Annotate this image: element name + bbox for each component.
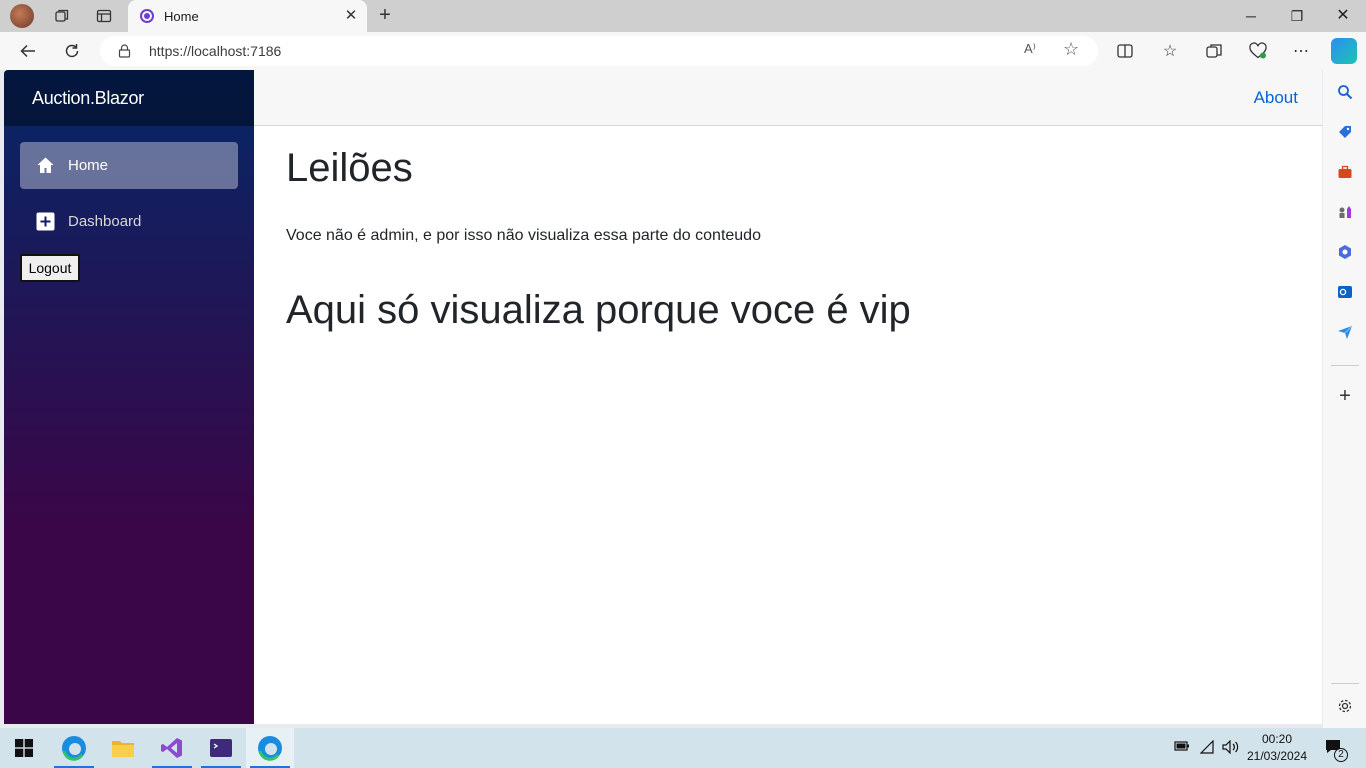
browser-tab-strip: Home ✕ + ─ ❐ ✕	[0, 0, 1366, 32]
app-sidebar: Auction.Blazor Home Dashboard Logout	[4, 70, 254, 724]
tab-home[interactable]: Home ✕	[128, 0, 367, 32]
volume-icon[interactable]	[1222, 739, 1240, 757]
nav-item-dashboard[interactable]: Dashboard	[20, 198, 238, 245]
more-options-icon[interactable]: ⋯	[1290, 40, 1312, 62]
tools-briefcase-icon[interactable]	[1335, 162, 1355, 182]
windows-taskbar: 00:20 21/03/2024 2	[0, 728, 1366, 768]
shopping-tag-icon[interactable]	[1335, 122, 1355, 142]
sidebar-divider	[1331, 365, 1359, 366]
page-title: Leilões	[286, 146, 413, 190]
visual-studio-icon[interactable]	[148, 728, 196, 768]
brand-bar: Auction.Blazor	[4, 70, 254, 126]
home-icon	[36, 156, 55, 175]
lock-icon[interactable]	[118, 44, 131, 63]
microsoft-365-icon[interactable]	[1335, 242, 1355, 262]
read-aloud-icon[interactable]: A⁾	[1024, 41, 1036, 57]
nav-item-label: Dashboard	[68, 213, 142, 230]
page-viewport: Auction.Blazor Home Dashboard Logout Abo…	[4, 70, 1322, 724]
favorites-icon[interactable]: ☆	[1159, 40, 1181, 62]
vertical-tabs-icon[interactable]	[94, 6, 114, 26]
sidebar-divider	[1331, 683, 1359, 684]
plus-icon	[36, 212, 55, 231]
edge-taskbar-icon[interactable]	[50, 728, 98, 768]
refresh-icon[interactable]	[61, 40, 83, 62]
address-bar[interactable]: https://localhost:7186 A⁾ ☆	[100, 36, 1098, 66]
close-window-button[interactable]: ✕	[1320, 0, 1366, 32]
app-brand[interactable]: Auction.Blazor	[32, 88, 144, 109]
edge-active-taskbar-icon[interactable]	[246, 728, 294, 768]
windows-start-icon[interactable]	[0, 728, 48, 768]
outlook-icon[interactable]	[1335, 282, 1355, 302]
network-icon[interactable]	[1199, 739, 1216, 757]
tab-title: Home	[164, 9, 199, 24]
about-link[interactable]: About	[1254, 88, 1298, 108]
taskbar-clock[interactable]: 00:20 21/03/2024	[1244, 731, 1310, 765]
minimize-button[interactable]: ─	[1228, 0, 1274, 32]
file-explorer-icon[interactable]	[99, 728, 147, 768]
nav-item-home[interactable]: Home	[20, 142, 238, 189]
vip-heading: Aqui só visualiza porque voce é vip	[286, 288, 911, 332]
add-sidebar-app-icon[interactable]: +	[1335, 385, 1355, 407]
drop-send-icon[interactable]	[1335, 322, 1355, 342]
clock-date: 21/03/2024	[1246, 749, 1308, 763]
profile-avatar[interactable]	[10, 4, 34, 28]
sidebar-settings-gear-icon[interactable]	[1335, 696, 1355, 716]
search-icon[interactable]	[1335, 82, 1355, 102]
copilot-icon[interactable]	[1331, 38, 1357, 64]
browser-toolbar: https://localhost:7186 A⁾ ☆ ☆ ⋯	[0, 32, 1366, 70]
games-chess-icon[interactable]	[1335, 202, 1355, 222]
logout-button[interactable]: Logout	[20, 254, 80, 282]
clock-time: 00:20	[1261, 732, 1293, 746]
restore-button[interactable]: ❐	[1274, 0, 1320, 32]
new-tab-button[interactable]: +	[374, 5, 396, 27]
non-admin-message: Voce não é admin, e por isso não visuali…	[286, 227, 761, 244]
notification-count-badge: 2	[1334, 748, 1348, 762]
split-screen-icon[interactable]	[1114, 40, 1136, 62]
terminal-icon[interactable]	[197, 728, 245, 768]
tab-close-icon[interactable]: ✕	[341, 6, 361, 26]
nav-item-label: Home	[68, 157, 109, 174]
top-row: About	[254, 70, 1322, 126]
collections-icon[interactable]	[1203, 40, 1225, 62]
favorite-star-icon[interactable]: ☆	[1063, 39, 1079, 60]
browser-essentials-icon[interactable]	[1247, 40, 1269, 62]
workspaces-icon[interactable]	[52, 6, 72, 26]
url-text[interactable]: https://localhost:7186	[149, 43, 281, 59]
back-icon[interactable]	[17, 40, 39, 62]
browser-sidebar: +	[1323, 70, 1366, 728]
blazor-favicon-icon	[140, 9, 154, 23]
battery-icon[interactable]	[1174, 740, 1190, 755]
